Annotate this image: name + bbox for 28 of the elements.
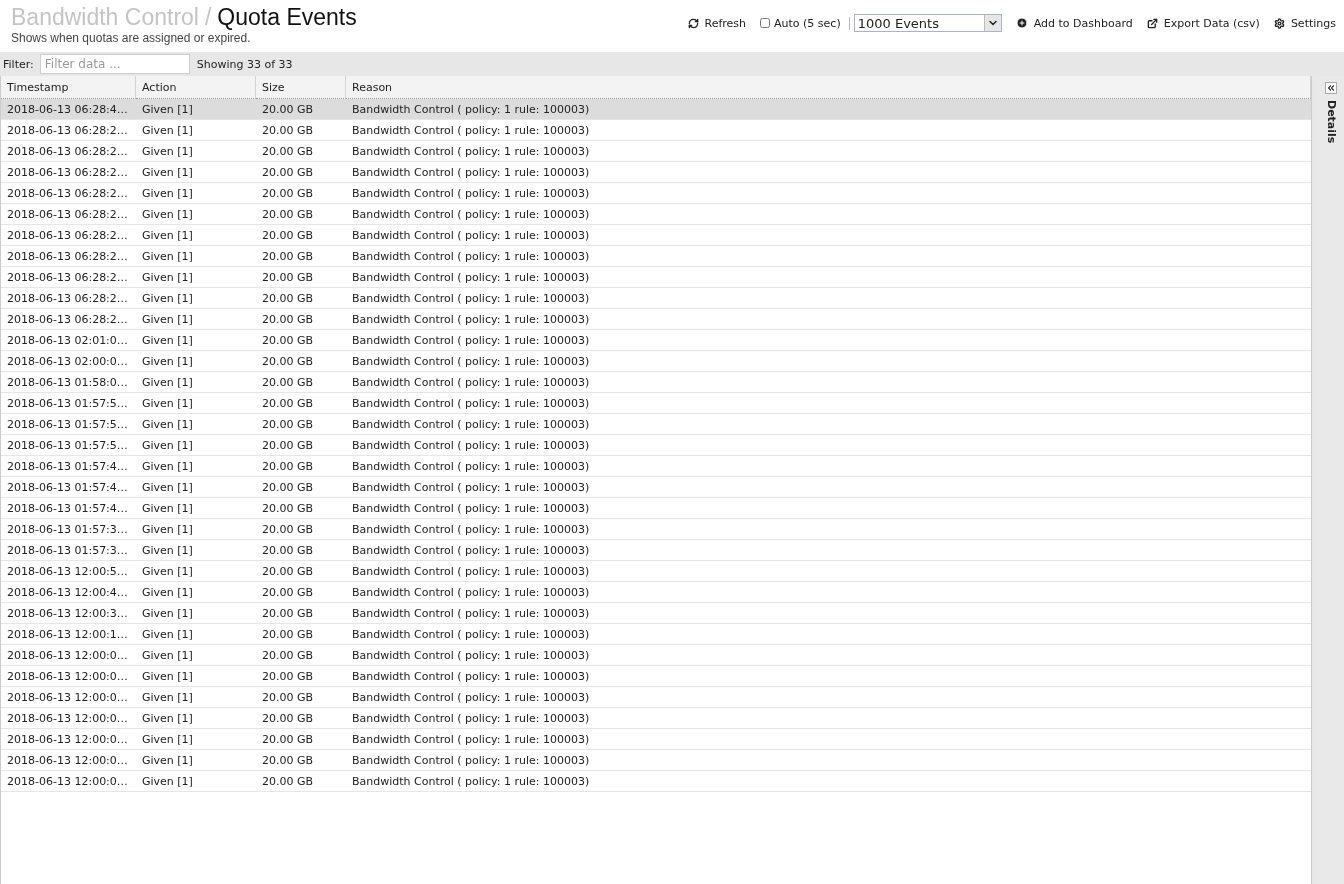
page-subtitle: Shows when quotas are assigned or expired. [11,31,252,45]
column-header[interactable]: Action [136,76,256,99]
refresh-button[interactable]: Refresh [687,16,747,30]
column-header[interactable]: Size [256,76,346,99]
table-cell: 20.00 GB [256,99,346,120]
page-title: Quota Events [217,3,357,31]
column-header[interactable]: Reason [346,76,1311,99]
details-tab[interactable]: Details [1324,100,1338,144]
row-count: Showing 33 of 33 [196,57,293,71]
settings-button[interactable]: Settings [1273,16,1336,30]
refresh-icon [687,17,699,29]
table-cell: Given [1] [136,99,256,120]
table-cell: Bandwidth Control ( policy: 1 rule: 100003) [346,99,1311,120]
collapse-button[interactable] [1325,82,1337,94]
double-chevron-icon [1326,83,1336,93]
plus-circle-icon [1015,17,1028,29]
breadcrumb-separator: / [204,3,212,31]
filter-label: Filter: [3,57,34,71]
table-cell: 2018-06-13 06:28:4… [1,99,136,120]
auto-label: Auto (5 sec) [774,16,841,30]
export-button[interactable]: Export Data (csv) [1146,16,1260,30]
auto-checkbox[interactable] [760,18,771,28]
add-dashboard-button[interactable]: Add to Dashboard [1015,16,1133,30]
events-dropdown[interactable]: 1000 Events [853,14,1002,32]
column-header[interactable]: Timestamp [1,76,136,99]
settings-icon [1273,17,1285,29]
export-icon [1146,17,1158,29]
filter-input[interactable]: Filter data ... [39,54,190,74]
